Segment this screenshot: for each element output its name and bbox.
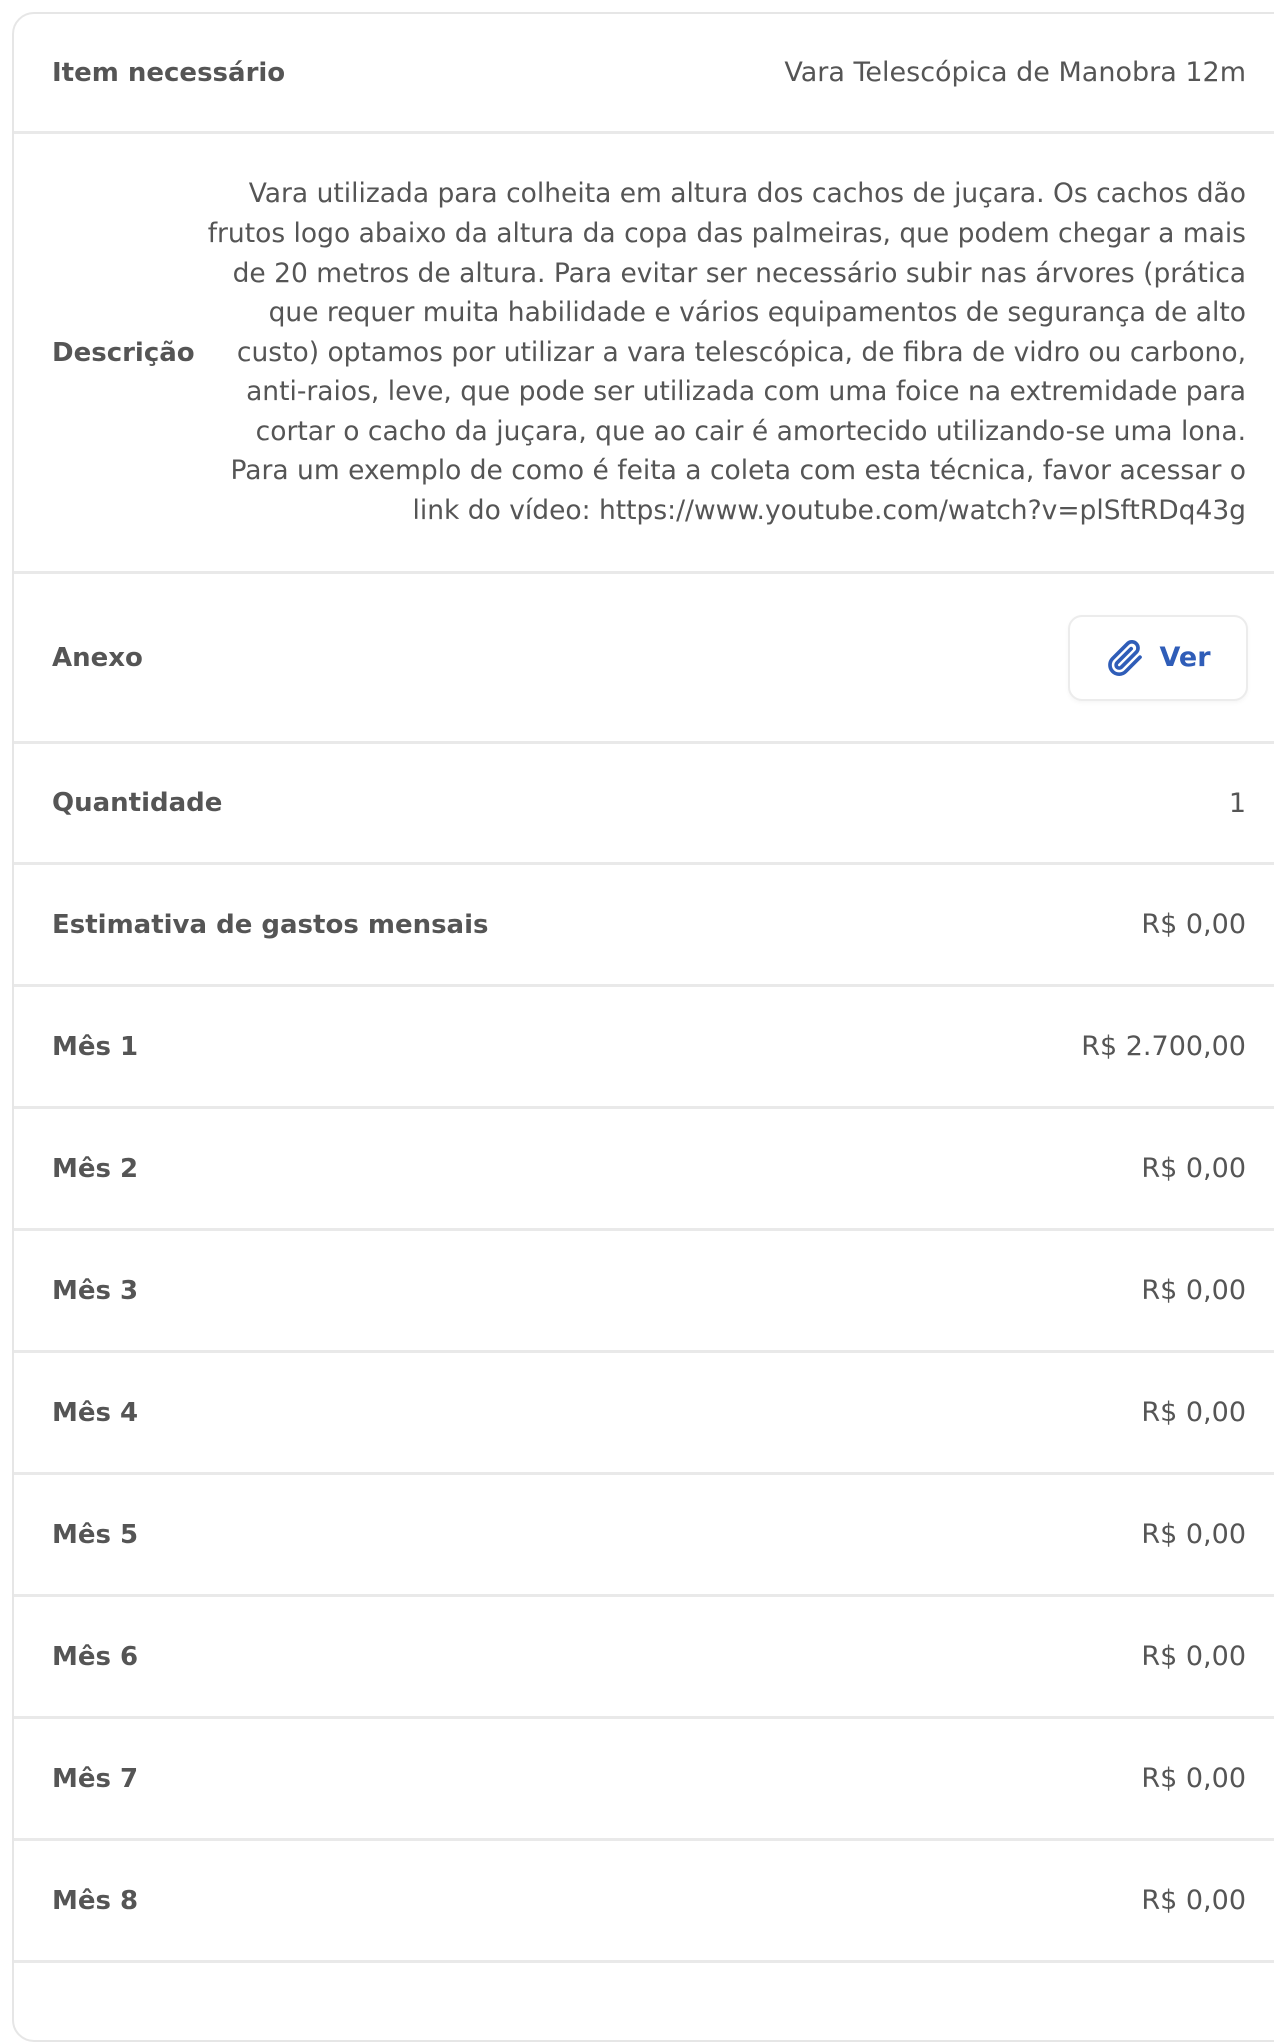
quantidade-value: 1 (1228, 787, 1246, 819)
view-button-label: Ver (1159, 642, 1211, 673)
mes-value: R$ 0,00 (1141, 1275, 1246, 1306)
mes-value: R$ 0,00 (1141, 1397, 1246, 1428)
view-attachment-button[interactable]: Ver (1068, 614, 1248, 701)
descricao-value: Vara utilizada para colheita em altura d… (207, 178, 1246, 527)
mes-value: R$ 0,00 (1141, 1519, 1246, 1550)
mes-label: Mês 7 (52, 1763, 139, 1794)
estimativa-value: R$ 0,00 (1141, 909, 1246, 940)
mes-label: Mês 1 (52, 1031, 139, 1062)
mes-label: Mês 4 (52, 1397, 139, 1428)
row-mes-2: Mês 2 R$ 0,00 (14, 1109, 1274, 1231)
row-mes-3: Mês 3 R$ 0,00 (14, 1231, 1274, 1353)
row-mes-6: Mês 6 R$ 0,00 (14, 1597, 1274, 1719)
row-item-necessario: Item necessário Vara Telescópica de Mano… (14, 14, 1274, 134)
item-label: Item necessário (52, 57, 286, 88)
mes-value: R$ 0,00 (1141, 1153, 1246, 1184)
row-quantidade: Quantidade 1 (14, 744, 1274, 865)
row-mes-7: Mês 7 R$ 0,00 (14, 1719, 1274, 1841)
mes-value: R$ 2.700,00 (1081, 1031, 1246, 1062)
detail-rows: Item necessário Vara Telescópica de Mano… (14, 14, 1274, 1963)
mes-label: Mês 5 (52, 1519, 139, 1550)
anexo-label: Anexo (52, 642, 143, 673)
mes-value: R$ 0,00 (1141, 1763, 1246, 1794)
mes-label: Mês 8 (52, 1885, 139, 1916)
mes-label: Mês 2 (52, 1153, 139, 1184)
mes-value: R$ 0,00 (1141, 1885, 1246, 1916)
row-estimativa: Estimativa de gastos mensais R$ 0,00 (14, 865, 1274, 987)
row-mes-5: Mês 5 R$ 0,00 (14, 1475, 1274, 1597)
mes-label: Mês 6 (52, 1641, 139, 1672)
row-mes-4: Mês 4 R$ 0,00 (14, 1353, 1274, 1475)
mes-label: Mês 3 (52, 1275, 139, 1306)
estimativa-label: Estimativa de gastos mensais (52, 909, 489, 940)
descricao-label: Descrição (52, 337, 195, 368)
row-descricao: Descrição Vara utilizada para colheita e… (14, 134, 1274, 574)
item-value: Vara Telescópica de Manobra 12m (784, 57, 1246, 88)
row-mes-8: Mês 8 R$ 0,00 (14, 1841, 1274, 1963)
row-anexo: Anexo Ver (14, 574, 1274, 744)
quantidade-label: Quantidade (52, 788, 223, 818)
paperclip-icon (1105, 638, 1145, 678)
mes-value: R$ 0,00 (1141, 1641, 1246, 1672)
row-mes-1: Mês 1 R$ 2.700,00 (14, 987, 1274, 1109)
